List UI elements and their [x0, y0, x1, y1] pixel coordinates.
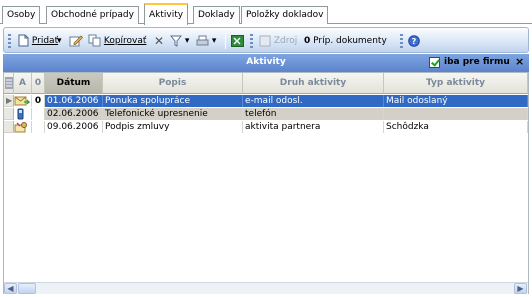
svg-text:?: ? [412, 37, 417, 46]
cell-kind: e-mail odosl. [243, 95, 384, 107]
activities-grid: A 0 Dátum Popis Druh aktivity Typ aktivi… [3, 72, 529, 294]
phone-icon [17, 108, 24, 120]
cell-type: Mail odoslaný [384, 95, 528, 107]
column-header-date[interactable]: Dátum [45, 73, 103, 94]
tab-osoby[interactable]: Osoby [2, 6, 41, 24]
add-label: Pridať [31, 36, 59, 46]
filter-button[interactable]: ▾ [170, 33, 189, 49]
tab-polozky-dokladov[interactable]: Položky dokladov [241, 6, 329, 24]
close-panel-button[interactable]: × [515, 55, 524, 68]
column-chooser-icon [4, 77, 13, 89]
scroll-right-button[interactable]: ▶ [514, 283, 527, 294]
filter-icon [170, 35, 182, 47]
company-only-checkbox[interactable] [429, 57, 440, 68]
source-button[interactable]: Zdroj [259, 33, 297, 49]
cell-date: 09.06.2006 [45, 121, 103, 133]
toolbar-grip[interactable] [8, 34, 11, 48]
panel-header: Aktivity iba pre firmu × [3, 54, 529, 72]
column-label: Typ aktivity [425, 78, 486, 88]
column-header-attachment[interactable]: 0 [32, 73, 45, 94]
toolbar-separator [225, 33, 226, 49]
tab-label: Položky dokladov [246, 10, 324, 20]
attachments-button[interactable]: 0 Príp. dokumenty [304, 33, 387, 49]
toolbar-grip[interactable] [400, 34, 403, 48]
add-button[interactable]: Pridať [18, 33, 58, 49]
column-header-description[interactable]: Popis [103, 73, 243, 94]
arrow-right-icon: ▶ [517, 284, 524, 293]
activities-window: Osoby Obchodné prípady Aktivity Doklady … [0, 0, 532, 297]
tab-bar: Osoby Obchodné prípady Aktivity Doklady … [0, 0, 532, 25]
attachment-indicator [32, 108, 45, 120]
copy-label: Kopírovať [103, 36, 147, 46]
help-button[interactable]: ? [408, 33, 420, 49]
row-type-cell [14, 108, 32, 120]
excel-icon [231, 34, 244, 47]
cell-kind: telefón [243, 108, 384, 120]
scroll-left-button[interactable]: ◀ [4, 283, 17, 294]
tab-label: Aktivity [149, 10, 184, 20]
cell-type [384, 108, 528, 120]
chevron-down-icon: ▾ [57, 36, 62, 46]
row-type-cell [14, 121, 32, 133]
attachment-indicator: 0 [32, 95, 45, 107]
tab-doklady[interactable]: Doklady [193, 6, 240, 24]
column-header-type[interactable]: Typ aktivity [384, 73, 528, 94]
column-header-kind[interactable]: Druh aktivity [243, 73, 384, 94]
add-dropdown-arrow[interactable]: ▾ [57, 33, 62, 49]
help-icon: ? [408, 34, 420, 47]
copy-button[interactable]: Kopírovať [88, 33, 146, 49]
tab-label: Doklady [198, 10, 235, 20]
cell-description: Podpis zmluvy [103, 121, 243, 133]
company-only-label[interactable]: iba pre firmu [444, 57, 510, 67]
row-selector[interactable] [4, 108, 14, 120]
row-selector[interactable] [4, 121, 14, 133]
meeting-icon [14, 122, 27, 133]
column-label: 0 [34, 78, 42, 88]
tab-label: Osoby [7, 10, 36, 20]
delete-icon: ✕ [154, 34, 165, 48]
row-pointer-icon: ▶ [6, 96, 13, 105]
row-selector[interactable]: ▶ [4, 95, 14, 107]
horizontal-scrollbar[interactable]: ◀ ▶ [4, 282, 528, 294]
table-row[interactable]: 09.06.2006 Podpis zmluvy aktivita partne… [4, 121, 528, 133]
excel-export-button[interactable] [231, 33, 244, 49]
table-row[interactable]: ▶ 0 01.06.2006 Ponuka spolupráce e-mail … [4, 95, 528, 107]
print-icon [196, 35, 209, 45]
row-type-cell [14, 95, 32, 107]
column-header-a[interactable]: A [14, 73, 32, 94]
column-label: Popis [158, 78, 187, 88]
scroll-thumb[interactable] [18, 283, 36, 294]
new-document-icon [18, 34, 29, 47]
copy-icon [88, 34, 101, 47]
cell-type: Schôdzka [384, 121, 528, 133]
tab-obchodne-pripady[interactable]: Obchodné prípady [46, 6, 139, 24]
column-label: A [19, 78, 26, 88]
toolbar: Pridať ▾ Kopírovať ✕ ▾ ▾ Zdroj 0 Príp. d… [3, 27, 529, 53]
column-label: Dátum [56, 78, 91, 88]
delete-button[interactable]: ✕ [154, 33, 164, 49]
source-icon [259, 35, 271, 46]
cell-description: Ponuka spolupráce [103, 95, 243, 107]
mail-icon [14, 96, 31, 106]
source-label: Zdroj [273, 36, 298, 46]
attachment-indicator [32, 121, 45, 133]
tab-aktivity[interactable]: Aktivity [144, 3, 189, 25]
attachments-label: Príp. dokumenty [313, 36, 387, 46]
arrow-left-icon: ◀ [7, 284, 14, 293]
paperclip-icon: 0 [304, 36, 311, 46]
cell-date: 02.06.2006 [45, 108, 103, 120]
tab-label: Obchodné prípady [51, 10, 134, 20]
cell-date: 01.06.2006 [45, 95, 103, 107]
column-label: Druh aktivity [279, 78, 347, 88]
chevron-down-icon: ▾ [211, 36, 217, 46]
cell-description: Telefonické upresnenie [103, 108, 243, 120]
edit-button[interactable] [69, 33, 83, 49]
column-chooser-button[interactable] [4, 73, 14, 94]
chevron-down-icon: ▾ [184, 36, 190, 46]
cell-kind: aktivita partnera [243, 121, 384, 133]
edit-icon [69, 35, 83, 47]
table-row[interactable]: 02.06.2006 Telefonické upresnenie telefó… [4, 108, 528, 120]
print-button[interactable]: ▾ [196, 33, 216, 49]
toolbar-grip[interactable] [250, 34, 253, 48]
